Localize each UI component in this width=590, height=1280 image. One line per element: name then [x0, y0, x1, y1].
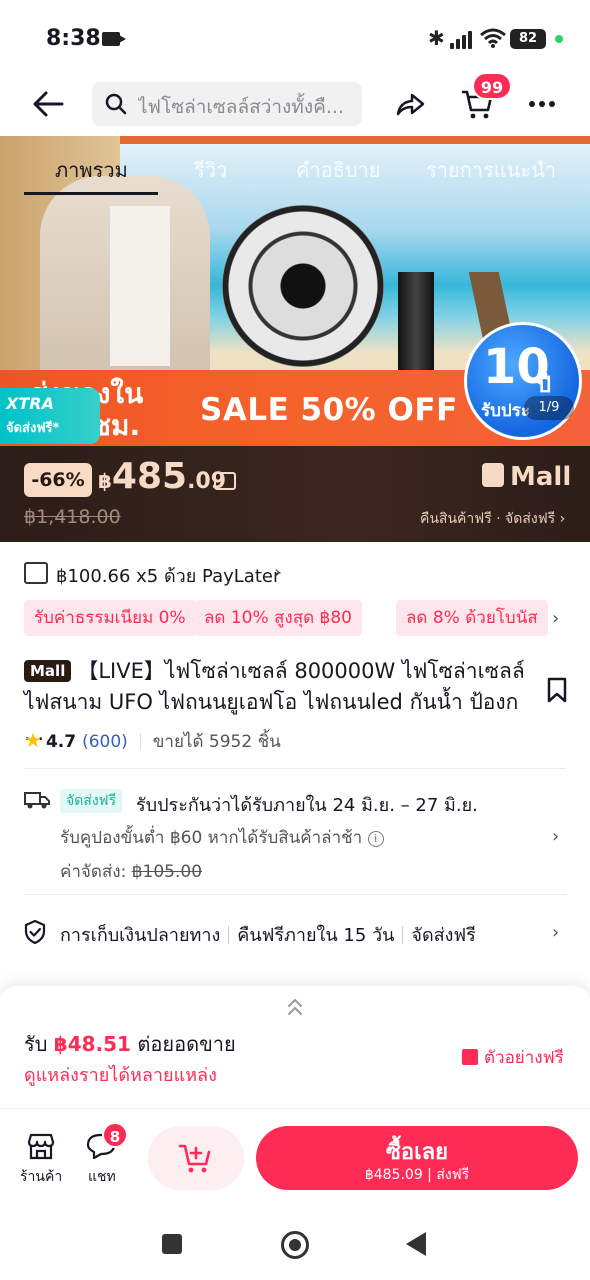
free-sample-button[interactable]: ตัวอย่างฟรี [462, 1044, 564, 1071]
bookmark-icon[interactable] [546, 677, 568, 703]
active-dot [555, 35, 563, 43]
promo-chip-bonus[interactable]: ลด 8% ด้วยโบนัส [396, 600, 548, 636]
delivery-guarantee[interactable]: รับประกันว่าได้รับภายใน 24 มิ.ย. – 27 มิ… [136, 790, 478, 819]
add-to-cart-icon [178, 1144, 211, 1173]
cart-count-badge: 99 [472, 72, 512, 100]
commission-suffix: ต่อยอดขาย [137, 1032, 236, 1056]
free-shipping-tag: จัดส่งฟรี [60, 789, 123, 813]
active-tab-indicator [24, 192, 158, 195]
service-guarantees[interactable]: การเก็บเงินปลายทาง คืนฟรีภายใน 15 วัน จัดส… [60, 920, 476, 949]
chevron-right-icon[interactable]: › [552, 922, 559, 943]
mall-label-text: Mall [510, 462, 572, 492]
mall-benefits-link[interactable]: คืนสินค้าฟรี · จัดส่งฟรี › [420, 508, 565, 530]
mall-tag: Mall [24, 660, 72, 682]
warranty-label: รับประ [481, 401, 530, 421]
coupon-icon[interactable] [214, 472, 236, 490]
promo-chip-fee[interactable]: รับค่าธรรมเนียม 0% [24, 600, 196, 636]
current-price: ฿485.09 [98, 456, 226, 497]
home-button[interactable] [281, 1231, 309, 1259]
share-icon[interactable] [394, 90, 426, 118]
more-options-icon[interactable] [528, 100, 556, 108]
commission-prefix: รับ [24, 1032, 48, 1056]
product-tabs: ภาพรวม รีวิว คำอธิบาย รายการแนะนำ [0, 140, 590, 196]
status-time: 8:38 [46, 26, 101, 51]
commission-amount: ฿48.51 [53, 1032, 131, 1056]
commission-text: รับ ฿48.51 ต่อยอดขาย [24, 1028, 236, 1060]
xtra-subtitle: จัดส่งฟรี* [6, 421, 60, 436]
buy-now-button[interactable]: ซื้อเลย ฿485.09 | ส่งฟรี [256, 1126, 578, 1190]
gift-icon [462, 1049, 478, 1065]
promo-chip-discount[interactable]: ลด 10% สูงสุด ฿80 [194, 600, 362, 636]
rating-value: 4.7 [45, 732, 77, 752]
expand-up-icon[interactable] [286, 996, 304, 1018]
sold-count: ขายได้ 5952 ชิ้น [152, 732, 281, 752]
rating-row[interactable]: ★ 4.7 (600) ขายได้ 5952 ชิ้น [24, 728, 281, 755]
divider [24, 894, 566, 895]
original-price: ฿1,418.00 [24, 506, 121, 528]
bluetooth-icon: ✱ [428, 26, 445, 50]
discount-badge: -66% [24, 463, 92, 497]
price-currency: ฿ [98, 469, 112, 493]
review-count: (600) [82, 732, 128, 752]
service-cod: การเก็บเงินปลายทาง [60, 925, 221, 946]
image-counter: 1/9 [524, 396, 574, 420]
chat-label[interactable]: แชท [88, 1166, 116, 1188]
screen-record-icon [102, 32, 126, 46]
income-sources-link[interactable]: ดูแหล่งรายได้หลายแหล่ง [24, 1060, 217, 1089]
free-sample-label: ตัวอย่างฟรี [484, 1048, 564, 1068]
tab-reviews[interactable]: รีวิว [194, 154, 227, 186]
tab-description[interactable]: คำอธิบาย [296, 154, 380, 186]
wifi-icon [480, 28, 506, 48]
warranty-badge: 10 ปี รับประ [464, 322, 582, 440]
service-free-return: คืนฟรีภายใน 15 วัน [237, 925, 395, 946]
price-main: 485 [111, 456, 188, 497]
mall-label: Mall [482, 462, 571, 492]
tab-overview[interactable]: ภาพรวม [55, 154, 128, 186]
mall-bag-icon [482, 463, 504, 487]
late-delivery-coupon: รับคูปองขั้นต่ำ ฿60 หากได้รับสินค้าล่าช้… [60, 824, 384, 851]
search-input[interactable]: ไฟโซล่าเซลล์สว่างทั้งคื... [92, 82, 362, 126]
chat-unread-badge: 8 [102, 1122, 128, 1148]
paylater-text[interactable]: ฿100.66 x5 ด้วย PayLater [56, 561, 280, 590]
buy-now-price: ฿485.09 | ส่งฟรี [364, 1167, 470, 1183]
recents-button[interactable] [162, 1234, 182, 1254]
divider [24, 768, 566, 769]
paylater-icon [24, 562, 48, 584]
late-delivery-coupon-text: รับคูปองขั้นต่ำ ฿60 หากได้รับสินค้าล่าช้… [60, 828, 363, 848]
truck-icon [24, 792, 50, 809]
service-free-shipping: จัดส่งฟรี [411, 925, 476, 946]
chevron-right-icon[interactable]: › [552, 826, 559, 847]
search-icon [105, 93, 127, 115]
ufo-lamp-image [222, 205, 384, 367]
xtra-title: XTRA [6, 394, 54, 413]
store-label[interactable]: ร้านค้า [20, 1166, 62, 1188]
store-icon[interactable] [26, 1132, 56, 1160]
shipping-fee-value: ฿105.00 [131, 862, 203, 882]
shipping-fee-label: ค่าจัดส่ง: [60, 862, 127, 882]
xtra-free-shipping-badge: XTRA จัดส่งฟรี* [0, 388, 100, 444]
shield-check-icon [24, 920, 46, 944]
battery-indicator: 82 [510, 29, 546, 49]
sale-text: SALE 50% OFF [200, 392, 458, 428]
chevron-right-icon[interactable]: › [552, 608, 559, 629]
tab-recommended[interactable]: รายการแนะนำ [426, 154, 556, 186]
search-placeholder: ไฟโซล่าเซลล์สว่างทั้งคื... [138, 96, 344, 118]
status-bar: 8:38 ✱ 82 [0, 0, 590, 80]
star-icon: ★ [24, 728, 42, 752]
chevron-right-icon[interactable]: › [274, 562, 281, 583]
add-to-cart-button[interactable] [148, 1126, 244, 1190]
info-icon[interactable]: i [367, 831, 384, 847]
shipping-fee: ค่าจัดส่ง: ฿105.00 [60, 858, 202, 885]
signal-icon [450, 29, 476, 49]
back-arrow-icon[interactable] [32, 90, 64, 118]
back-button[interactable] [406, 1232, 426, 1256]
